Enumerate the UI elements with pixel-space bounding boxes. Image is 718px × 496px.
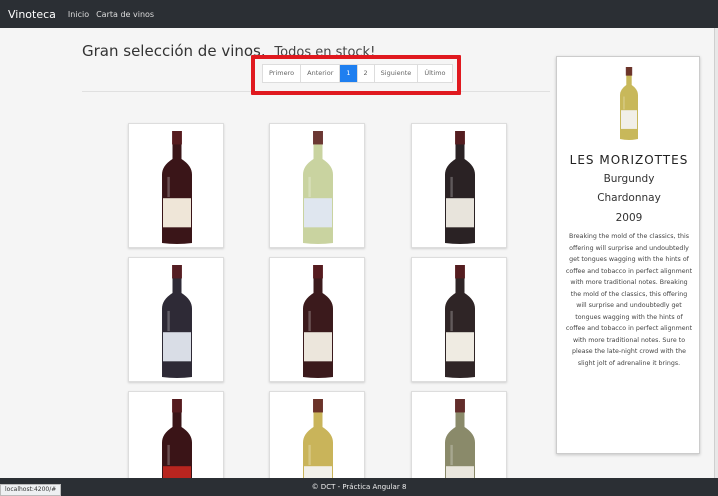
footer-text: © DCT - Práctica Angular 8 xyxy=(311,483,407,491)
page-2-button[interactable]: 2 xyxy=(357,65,375,82)
detail-wine-region: Burgundy xyxy=(603,173,655,185)
wine-bottle-image xyxy=(303,265,333,378)
wine-bottle-image xyxy=(162,131,192,244)
page-previous-button[interactable]: Anterior xyxy=(301,65,341,82)
wine-card[interactable] xyxy=(411,123,507,248)
status-bar-url: localhost:4200/# xyxy=(0,484,62,496)
wine-card[interactable] xyxy=(411,257,507,382)
page-title-main: Gran selección de vinos. xyxy=(82,42,266,60)
wine-card[interactable] xyxy=(128,257,224,382)
detail-bottle-image xyxy=(620,67,638,140)
wine-bottle-image xyxy=(445,131,475,244)
wine-card[interactable] xyxy=(269,123,365,248)
wine-bottle-image xyxy=(303,131,333,244)
page-last-button[interactable]: Último xyxy=(418,65,452,82)
nav-link-inicio[interactable]: Inicio xyxy=(68,10,89,19)
page-first-button[interactable]: Primero xyxy=(263,65,302,82)
wine-card[interactable] xyxy=(269,257,365,382)
nav-link-carta[interactable]: Carta de vinos xyxy=(96,10,154,19)
window-edge xyxy=(714,0,718,496)
detail-wine-description: Breaking the mold of the classics, this … xyxy=(565,233,693,367)
page-1-button[interactable]: 1 xyxy=(340,65,358,82)
wine-detail-panel: LES MORIZOTTES Burgundy Chardonnay 2009 … xyxy=(556,56,700,454)
pagination: Primero Anterior 1 2 Siguiente Último xyxy=(262,64,453,83)
wine-bottle-image xyxy=(162,265,192,378)
footer: © DCT - Práctica Angular 8 xyxy=(0,478,718,496)
wine-bottle-image xyxy=(445,265,475,378)
navbar-brand[interactable]: Vinoteca xyxy=(8,8,56,21)
detail-wine-name: LES MORIZOTTES xyxy=(569,153,689,167)
detail-wine-grape: Chardonnay xyxy=(597,192,661,204)
detail-wine-year: 2009 xyxy=(615,212,643,224)
navbar: Vinoteca Inicio Carta de vinos xyxy=(0,0,718,28)
page-next-button[interactable]: Siguiente xyxy=(374,65,419,82)
wine-card[interactable] xyxy=(128,123,224,248)
